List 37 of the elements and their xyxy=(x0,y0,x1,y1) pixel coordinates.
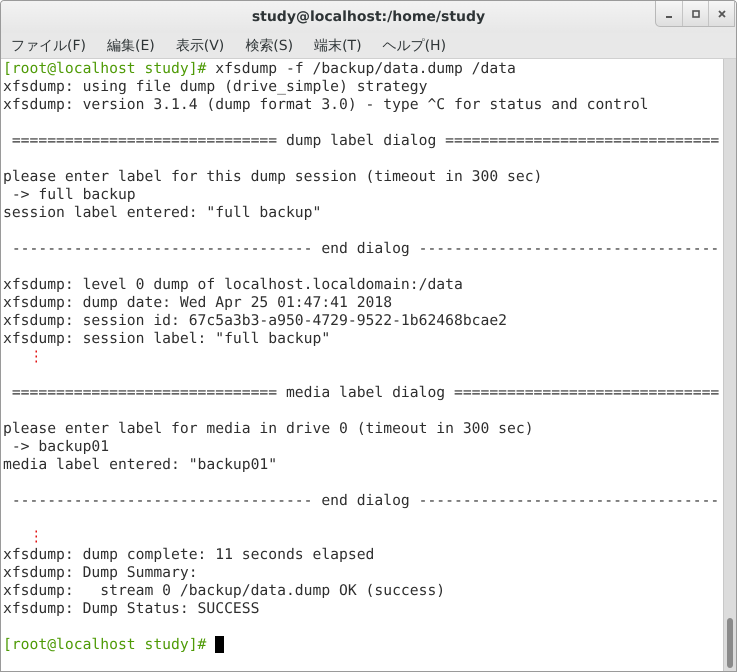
terminal-output-line: -> backup01 xyxy=(10,438,110,456)
ellipsis-mark: ⋮ xyxy=(28,528,44,546)
terminal-output-line: xfsdump: level 0 dump of localhost.localdomain:/data xyxy=(3,276,463,294)
close-icon xyxy=(716,8,726,18)
shell-prompt: [root@localhost study]# xyxy=(3,60,206,78)
terminal-output-line: xfsdump: dump date: Wed Apr 25 01:47:41 2018 xyxy=(3,294,392,312)
ellipsis-mark: ⋮ xyxy=(28,348,44,366)
terminal-output-line: please enter label for media in drive 0 (timeout in 300 sec) xyxy=(3,420,534,438)
shell-prompt: [root@localhost study]# xyxy=(3,636,206,654)
terminal-output-line: xfsdump: stream 0 /backup/data.dump OK (success) xyxy=(3,582,446,600)
terminal-output-line: xfsdump: dump complete: 11 seconds elapsed xyxy=(3,546,374,564)
terminal-output-line: -> full backup xyxy=(10,186,136,204)
scrollbar[interactable] xyxy=(723,59,736,671)
menu-item[interactable]: 編集(E) xyxy=(106,36,155,54)
scrollbar-thumb[interactable] xyxy=(727,618,733,668)
terminal-output-line: xfsdump: using file dump (drive_simple) strategy xyxy=(3,78,428,96)
maximize-icon xyxy=(690,8,700,18)
menu-item[interactable]: 検索(S) xyxy=(245,36,294,54)
terminal-output-line: media label entered: "backup01" xyxy=(3,456,278,474)
minimize-icon xyxy=(666,16,672,18)
terminal-output-line: ============================== dump label dialog =============================== xyxy=(10,132,720,150)
menu-item[interactable]: 端末(T) xyxy=(314,36,362,54)
menu-item[interactable]: ヘルプ(H) xyxy=(382,36,446,54)
command-text: xfsdump -f /backup/data.dump /data xyxy=(214,60,516,78)
terminal-output-line: xfsdump: session label: "full backup" xyxy=(3,330,330,348)
menu-item[interactable]: ファイル(F) xyxy=(11,36,86,54)
terminal-output-line: xfsdump: session id: 67c5a3b3-a950-4729-9522-1b62468bcae2 xyxy=(3,312,508,330)
terminal-output-line: xfsdump: Dump Status: SUCCESS xyxy=(3,600,260,618)
menu-item[interactable]: 表示(V) xyxy=(176,36,224,54)
terminal-output-line: ---------------------------------- end dialog ---------------------------------- xyxy=(10,492,720,510)
terminal-output-line: please enter label for this dump session (timeout in 300 sec) xyxy=(3,168,542,186)
terminal-output-line: xfsdump: version 3.1.4 (dump format 3.0) - type ^C for status and control xyxy=(3,96,649,114)
window-title: study@localhost:/home/study xyxy=(252,9,486,25)
terminal-output-line: ============================== media label dialog ============================== xyxy=(10,384,720,402)
terminal-output-line: ---------------------------------- end dialog ---------------------------------- xyxy=(10,240,720,258)
terminal-output-line: xfsdump: Dump Summary: xyxy=(3,564,198,582)
terminal-output-line: session label entered: "full backup" xyxy=(3,204,322,222)
